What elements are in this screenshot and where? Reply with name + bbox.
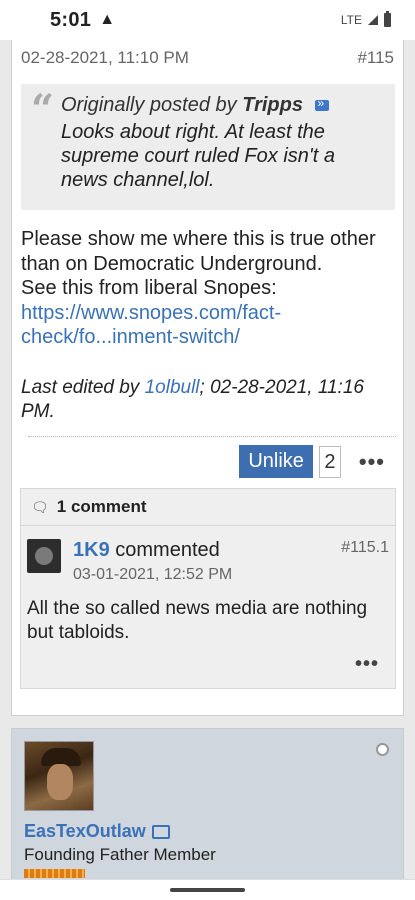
home-gesture-handle[interactable] (170, 888, 245, 892)
comment-more-icon[interactable]: ••• (355, 653, 379, 676)
post-body-line: See this from liberal Snopes: (21, 277, 277, 299)
username-line: EasTexOutlaw (24, 821, 170, 842)
status-left: 5:01 ▲ (50, 9, 115, 32)
user-card: EasTexOutlaw Founding Father Member (11, 728, 404, 900)
network-label: LTE (340, 13, 362, 27)
editor-link[interactable]: 1olbull (145, 377, 200, 398)
more-options-icon[interactable]: ••• (359, 449, 385, 475)
user-title: Founding Father Member (24, 845, 216, 864)
post-number-link[interactable]: #115 (357, 48, 394, 68)
status-bar: 5:01 ▲ LTE (0, 0, 415, 40)
divider (28, 436, 396, 437)
edited-prefix: Last edited by (21, 377, 140, 398)
comment-text: All the so called news media are nothing… (27, 598, 368, 643)
gesture-nav-bar (0, 879, 415, 900)
quote-text: Looks about right. At least the supreme … (61, 121, 335, 191)
comment-action: commented (115, 539, 220, 561)
post-card: 02-28-2021, 11:10 PM #115 “ Originally p… (11, 40, 404, 716)
quote-title: Originally posted by Tripps (61, 94, 385, 117)
username-link[interactable]: EasTexOutlaw (24, 821, 146, 841)
battery-icon (384, 11, 391, 27)
avatar[interactable] (24, 741, 94, 811)
status-right: LTE (340, 11, 391, 27)
snopes-link[interactable]: https://www.snopes.com/fact-check/fo...i… (21, 302, 281, 349)
post-header: 02-28-2021, 11:10 PM #115 (21, 48, 394, 68)
chat-icon[interactable] (151, 825, 170, 840)
signal-icon (368, 15, 378, 25)
quote-author: Tripps (242, 94, 303, 116)
comment-author-line: 1K9 commented (73, 539, 220, 562)
avatar[interactable] (27, 539, 61, 573)
edited-note: Last edited by 1olbull; 02-28-2021, 11:1… (21, 376, 397, 424)
comments-count: 1 comment (56, 497, 147, 516)
status-time: 5:01 (50, 8, 92, 31)
quote-block: “ Originally posted by Tripps Looks abou… (21, 84, 395, 210)
reputation-bar (24, 869, 85, 878)
comments-section: 🗨 1 comment 1K9 commented #115.1 03-01-2… (20, 488, 396, 689)
online-status-icon (376, 743, 389, 756)
comment-author-link[interactable]: 1K9 (73, 539, 110, 561)
quote-prefix: Originally posted by (61, 94, 237, 116)
comment-number-link[interactable]: #115.1 (341, 539, 389, 557)
view-post-icon[interactable] (314, 96, 329, 112)
quote-icon: “ (31, 86, 55, 133)
post-body: Please show me where this is true other … (21, 227, 397, 350)
alert-icon: ▲ (99, 11, 116, 28)
like-count[interactable]: 2 (318, 445, 341, 478)
comment-icon: 🗨 (31, 498, 49, 515)
post-body-line: Please show me where this is true other … (21, 228, 376, 275)
comment-date: 03-01-2021, 12:52 PM (73, 566, 233, 583)
comments-header[interactable]: 🗨 1 comment (21, 489, 395, 526)
like-row: Unlike 2 ••• (239, 445, 385, 478)
post-date: 02-28-2021, 11:10 PM (21, 48, 189, 67)
unlike-button[interactable]: Unlike (239, 445, 313, 478)
